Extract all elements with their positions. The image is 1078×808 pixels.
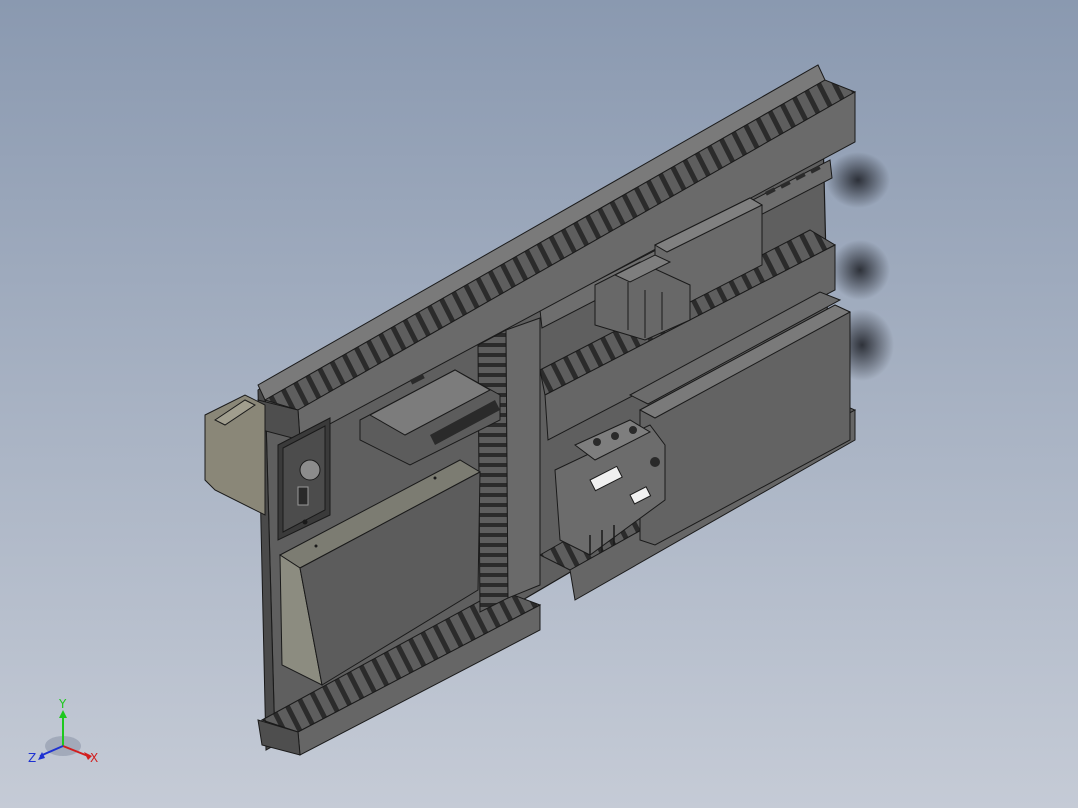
- z-axis-label: Z: [28, 751, 36, 765]
- y-axis-label: Y: [58, 697, 67, 711]
- speed-knob-icon[interactable]: [299, 459, 321, 481]
- cad-model-view[interactable]: Y X Z: [0, 0, 1078, 808]
- toggle-switch[interactable]: [297, 486, 309, 506]
- wire-duct-vertical[interactable]: [477, 317, 541, 613]
- x-axis-label: X: [90, 751, 98, 765]
- cad-viewport[interactable]: Y X Z: [0, 0, 1078, 808]
